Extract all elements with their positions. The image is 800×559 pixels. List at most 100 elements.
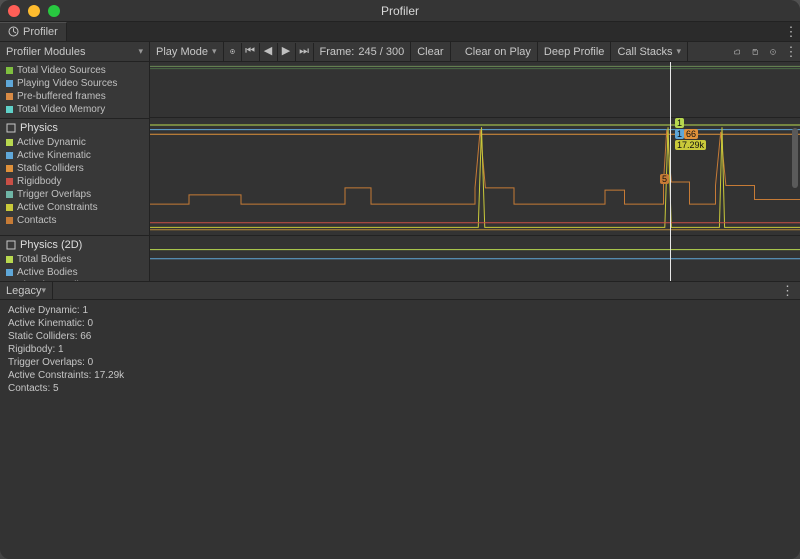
legend-item[interactable]: Trigger Overlaps — [0, 188, 149, 201]
play-mode-label: Play Mode — [156, 46, 208, 58]
legend-item[interactable]: Total Bodies — [0, 253, 149, 266]
legend-label: Active Dynamic — [17, 136, 86, 149]
legend-swatch — [6, 80, 13, 87]
legend-item[interactable]: Playing Video Sources — [0, 77, 149, 90]
record-button[interactable] — [224, 43, 242, 61]
minimize-window-button[interactable] — [28, 5, 40, 17]
legend-item[interactable]: Active Kinematic — [0, 149, 149, 162]
stat-row: Active Dynamic: 1 — [8, 304, 792, 317]
stat-row: Static Colliders: 66 — [8, 330, 792, 343]
frame-value: 245 / 300 — [358, 46, 404, 58]
legend-item[interactable]: Contacts — [0, 214, 149, 227]
legend-swatch — [6, 67, 13, 74]
legend-label: Active Constraints — [17, 201, 98, 214]
context-menu-button[interactable]: ⋮ — [782, 43, 800, 61]
deep-profile-toggle[interactable]: Deep Profile — [538, 42, 612, 61]
tab-strip: Profiler ⋮ — [0, 22, 800, 42]
stat-row: Contacts: 5 — [8, 382, 792, 395]
clear-label: Clear — [417, 46, 443, 58]
details-mode-label: Legacy — [6, 285, 41, 297]
module-physics2d[interactable]: Physics (2D) Total BodiesActive BodiesSle… — [0, 235, 149, 281]
details-mode-dropdown[interactable]: Legacy — [0, 282, 53, 299]
details-pane: Active Dynamic: 1Active Kinematic: 0Stat… — [0, 300, 800, 559]
module-video[interactable]: Total Video SourcesPlaying Video Sources… — [0, 62, 149, 118]
vertical-scrollbar-thumb[interactable] — [792, 128, 798, 188]
clear-on-play-toggle[interactable]: Clear on Play — [459, 42, 538, 61]
legend-label: Playing Video Sources — [17, 77, 117, 90]
module-title: Physics — [20, 122, 58, 134]
first-frame-button[interactable]: ⏮ — [242, 43, 260, 61]
tab-context-menu-button[interactable]: ⋮ — [782, 22, 800, 41]
stat-row: Trigger Overlaps: 0 — [8, 356, 792, 369]
main-area: Total Video SourcesPlaying Video Sources… — [0, 62, 800, 559]
legend-label: Static Colliders — [17, 162, 84, 175]
legend-label: Pre-buffered frames — [17, 90, 106, 103]
deep-profile-label: Deep Profile — [544, 46, 605, 58]
legend-item[interactable]: Sleeping Bodies — [0, 279, 149, 281]
stat-row: Active Kinematic: 0 — [8, 317, 792, 330]
legend-swatch — [6, 204, 13, 211]
prev-frame-button[interactable]: ◀ — [260, 43, 278, 61]
profiler-tab-icon — [8, 26, 19, 39]
legend-swatch — [6, 93, 13, 100]
call-stacks-dropdown[interactable]: Call Stacks — [611, 42, 688, 61]
stat-row: Rigidbody: 1 — [8, 343, 792, 356]
window-controls — [8, 5, 60, 17]
module-header[interactable]: Physics — [0, 121, 149, 136]
legend-label: Trigger Overlaps — [17, 188, 91, 201]
legend-item[interactable]: Active Dynamic — [0, 136, 149, 149]
call-stacks-label: Call Stacks — [617, 46, 672, 58]
save-profile-button[interactable] — [746, 43, 764, 61]
legend-item[interactable]: Rigidbody — [0, 175, 149, 188]
legend-swatch — [6, 152, 13, 159]
legend-swatch — [6, 139, 13, 146]
module-title: Physics (2D) — [20, 239, 82, 251]
module-legends: Total Video SourcesPlaying Video Sources… — [0, 62, 150, 281]
legend-swatch — [6, 178, 13, 185]
module-icon — [6, 240, 16, 250]
graphs-area[interactable]: 116617.29k5 — [150, 62, 800, 281]
legend-label: Active Kinematic — [17, 149, 91, 162]
legend-item[interactable]: Total Video Sources — [0, 64, 149, 77]
play-mode-dropdown[interactable]: Play Mode — [150, 42, 224, 61]
module-icon — [6, 123, 16, 133]
profiler-window: Profiler Profiler ⋮ Profiler Modules Pla… — [0, 0, 800, 559]
legend-label: Total Video Sources — [17, 64, 106, 77]
legend-item[interactable]: Active Constraints — [0, 201, 149, 214]
legend-swatch — [6, 256, 13, 263]
frame-readout: 116617.29k — [673, 118, 708, 151]
profiler-toolbar: Profiler Modules Play Mode ⏮ ◀ ▶ ⏭ Frame… — [0, 42, 800, 62]
legend-item[interactable]: Static Colliders — [0, 162, 149, 175]
load-profile-button[interactable] — [728, 43, 746, 61]
legend-label: Active Bodies — [17, 266, 78, 279]
graph-row-physics[interactable]: 116617.29k5 — [150, 117, 800, 234]
legend-label: Contacts — [17, 214, 56, 227]
module-physics[interactable]: Physics Active DynamicActive KinematicSta… — [0, 118, 149, 235]
zoom-window-button[interactable] — [48, 5, 60, 17]
stat-row: Active Constraints: 17.29k — [8, 369, 792, 382]
graph-row-video[interactable] — [150, 62, 800, 117]
details-context-menu-button[interactable]: ⋮ — [775, 282, 800, 299]
tab-profiler[interactable]: Profiler — [0, 22, 67, 41]
charts-area: Total Video SourcesPlaying Video Sources… — [0, 62, 800, 282]
tab-label: Profiler — [23, 26, 58, 38]
graph-row-physics2d[interactable] — [150, 235, 800, 281]
window-title: Profiler — [0, 4, 800, 18]
frame-indicator: Frame: 245 / 300 — [314, 42, 412, 61]
playhead[interactable] — [670, 62, 671, 281]
legend-item[interactable]: Total Video Memory — [0, 103, 149, 116]
current-frame-button[interactable]: ⏭ — [296, 43, 314, 61]
next-frame-button[interactable]: ▶ — [278, 43, 296, 61]
clear-button[interactable]: Clear — [411, 42, 450, 61]
legend-swatch — [6, 191, 13, 198]
help-button[interactable]: ? — [764, 43, 782, 61]
close-window-button[interactable] — [8, 5, 20, 17]
legend-item[interactable]: Pre-buffered frames — [0, 90, 149, 103]
legend-label: Total Video Memory — [17, 103, 105, 116]
module-header[interactable]: Physics (2D) — [0, 238, 149, 253]
legend-swatch — [6, 269, 13, 276]
details-toolbar: Legacy ⋮ — [0, 282, 800, 300]
profiler-modules-dropdown[interactable]: Profiler Modules — [0, 42, 150, 61]
legend-swatch — [6, 106, 13, 113]
legend-item[interactable]: Active Bodies — [0, 266, 149, 279]
